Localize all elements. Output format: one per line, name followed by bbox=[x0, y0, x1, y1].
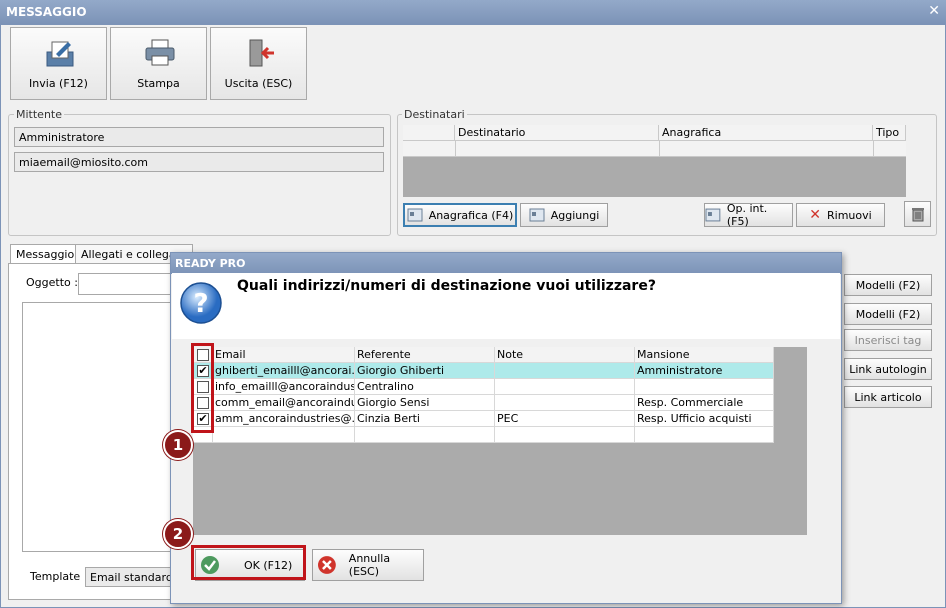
cell-note[interactable] bbox=[495, 395, 635, 411]
op-int-button[interactable]: Op. int. (F5) bbox=[704, 202, 793, 228]
cancel-label: Annulla (ESC) bbox=[348, 552, 391, 578]
dialog-question: Quali indirizzi/numeri di destinazione v… bbox=[237, 278, 656, 294]
cell-mansione[interactable]: Amministratore bbox=[635, 363, 774, 379]
column-header-anagrafica[interactable]: Anagrafica bbox=[659, 125, 873, 141]
template-select[interactable]: Email standard (p bbox=[85, 567, 180, 587]
models-button-1[interactable]: Modelli (F2) bbox=[844, 274, 932, 296]
contact-empty-row[interactable] bbox=[193, 427, 774, 443]
cell-referente[interactable]: Cinzia Berti bbox=[355, 411, 495, 427]
empty-cell[interactable] bbox=[635, 427, 774, 443]
address-card-icon bbox=[407, 208, 423, 222]
contact-row[interactable]: comm_email@ancoraindu... Giorgio Sensi Res… bbox=[193, 395, 774, 411]
contacts-header-row: Email Referente Note Mansione bbox=[193, 347, 774, 363]
column-header-mansione[interactable]: Mansione bbox=[635, 347, 774, 363]
insert-tag-button[interactable]: Inserisci tag bbox=[844, 329, 932, 351]
exit-label: Uscita (ESC) bbox=[224, 77, 293, 90]
recipients-grid[interactable]: Destinatario Anagrafica Tipo bbox=[403, 125, 906, 197]
empty-cell[interactable] bbox=[213, 427, 355, 443]
trash-button[interactable] bbox=[904, 201, 931, 227]
annotation-badge-2: 2 bbox=[163, 519, 193, 549]
column-header-referente[interactable]: Referente bbox=[355, 347, 495, 363]
dialog-title: READY PRO bbox=[171, 253, 841, 274]
printer-icon bbox=[145, 39, 175, 66]
column-header-tipo[interactable]: Tipo bbox=[873, 125, 906, 141]
question-icon: ? bbox=[180, 282, 222, 324]
link-autologin-button[interactable]: Link autologin bbox=[844, 358, 932, 380]
models-button-2[interactable]: Modelli (F2) bbox=[844, 303, 932, 325]
svg-text:?: ? bbox=[193, 289, 208, 319]
cell-referente[interactable]: Centralino bbox=[355, 379, 495, 395]
cell-mansione[interactable]: Resp. Ufficio acquisti bbox=[635, 411, 774, 427]
cell-mansione[interactable]: Resp. Commerciale bbox=[635, 395, 774, 411]
op-int-label: Op. int. (F5) bbox=[726, 202, 768, 228]
column-header-note[interactable]: Note bbox=[495, 347, 635, 363]
cancel-button[interactable]: Annulla (ESC) bbox=[312, 549, 424, 581]
aggiungi-label: Aggiungi bbox=[550, 208, 600, 222]
sender-email-field[interactable]: miaemail@miosito.com bbox=[14, 152, 384, 172]
contact-row[interactable]: ✔ amm_ancoraindustries@... Cinzia Berti PEC… bbox=[193, 411, 774, 427]
column-header-destinatario[interactable]: Destinatario bbox=[455, 125, 659, 141]
cell-mansione[interactable] bbox=[635, 379, 774, 395]
link-articolo-button[interactable]: Link articolo bbox=[844, 386, 932, 408]
cell-referente[interactable]: Giorgio Ghiberti bbox=[355, 363, 495, 379]
anagrafica-label: Anagrafica (F4) bbox=[428, 208, 514, 222]
empty-cell[interactable] bbox=[495, 427, 635, 443]
empty-cell[interactable] bbox=[355, 427, 495, 443]
checkbox-column-highlight bbox=[191, 343, 214, 433]
cell-note[interactable]: PEC bbox=[495, 411, 635, 427]
cell-note[interactable] bbox=[495, 379, 635, 395]
contact-row[interactable]: info_emailll@ancoraindus... Centralino bbox=[193, 379, 774, 395]
anagrafica-button[interactable]: Anagrafica (F4) bbox=[403, 203, 517, 227]
recipients-group-label: Destinatari bbox=[402, 108, 467, 121]
cell-email[interactable]: amm_ancoraindustries@... bbox=[213, 411, 355, 427]
window-titlebar: MESSAGGIO bbox=[0, 0, 946, 24]
contact-row[interactable]: ✔ ghiberti_emailll@ancorai... Giorgio Ghib… bbox=[193, 363, 774, 379]
window-title: MESSAGGIO bbox=[6, 5, 87, 19]
exit-button[interactable]: Uscita (ESC) bbox=[210, 27, 307, 100]
close-icon[interactable]: ✕ bbox=[928, 3, 940, 19]
contacts-grid[interactable]: Email Referente Note Mansione ✔ ghiberti_… bbox=[193, 347, 807, 535]
template-label: Template : bbox=[30, 570, 88, 583]
cell-email[interactable]: ghiberti_emailll@ancorai... bbox=[213, 363, 355, 379]
address-card-icon bbox=[705, 208, 721, 222]
cell-email[interactable]: info_emailll@ancoraindus... bbox=[213, 379, 355, 395]
address-card-icon bbox=[529, 208, 545, 222]
send-label: Invia (F12) bbox=[29, 77, 88, 90]
aggiungi-button[interactable]: Aggiungi bbox=[520, 203, 608, 227]
exit-door-icon bbox=[249, 39, 274, 67]
cell-email[interactable]: comm_email@ancoraindu... bbox=[213, 395, 355, 411]
sender-group-label: Mittente bbox=[14, 108, 64, 121]
message-body-editor[interactable] bbox=[22, 302, 182, 552]
recipients-header-corner bbox=[403, 125, 455, 141]
annotation-badge-1: 1 bbox=[163, 430, 193, 460]
subject-label: Oggetto : bbox=[26, 276, 78, 289]
trash-icon bbox=[911, 208, 924, 222]
recipients-empty-row[interactable] bbox=[403, 141, 906, 157]
compose-icon bbox=[46, 41, 74, 67]
ok-button-highlight bbox=[191, 545, 306, 580]
sender-name-field[interactable]: Amministratore bbox=[14, 127, 384, 147]
send-button[interactable]: Invia (F12) bbox=[10, 27, 107, 100]
print-label: Stampa bbox=[137, 77, 180, 90]
cell-referente[interactable]: Giorgio Sensi bbox=[355, 395, 495, 411]
rimuovi-button[interactable]: ✕ Rimuovi bbox=[796, 203, 885, 227]
tab-messaggio[interactable]: Messaggio bbox=[10, 244, 81, 264]
cell-note[interactable] bbox=[495, 363, 635, 379]
subject-input[interactable] bbox=[78, 273, 178, 295]
column-header-email[interactable]: Email bbox=[213, 347, 355, 363]
cancel-circle-icon bbox=[317, 556, 336, 574]
remove-x-icon: ✕ bbox=[809, 207, 822, 223]
print-button[interactable]: Stampa bbox=[110, 27, 207, 100]
rimuovi-label: Rimuovi bbox=[827, 208, 872, 222]
